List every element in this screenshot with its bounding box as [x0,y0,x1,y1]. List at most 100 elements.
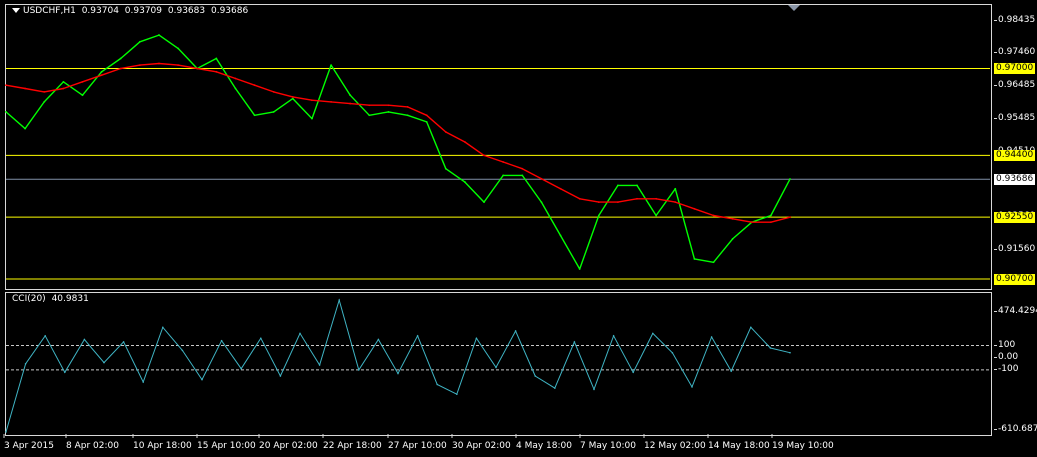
price-point [43,90,46,93]
price-point [617,184,619,187]
price-point [731,217,734,220]
time-tick-label: 19 May 10:00 [772,441,834,451]
cci-point [573,341,576,343]
time-tick-label: 7 May 10:00 [580,441,636,451]
price-point [387,111,390,113]
time-tick-label: 14 May 18:00 [708,441,770,451]
price-point [521,167,524,170]
price-point [291,97,294,100]
price-point [177,47,179,50]
cci-point [103,361,105,364]
cci-point [64,371,66,374]
cci-point [220,339,223,342]
price-point [540,201,543,204]
price-point [330,64,332,67]
cci-point [514,330,517,332]
price-point [138,64,141,67]
price-tick-label: 0.91560 [993,244,1036,255]
price-tick-label: 0.98435 [993,14,1036,25]
plot-surface [3,34,990,438]
price-point [349,94,352,97]
cci-point [377,338,380,341]
price-point [578,197,581,200]
price-point [387,104,390,107]
price-point [464,141,466,143]
price-point [597,214,600,217]
price-point [425,114,428,117]
cci-series-0 [5,298,791,433]
price-point [5,111,7,113]
price-point [502,174,505,177]
price-point [712,214,715,217]
cci-point [593,388,595,391]
price-point [483,154,485,157]
price-point [636,197,638,200]
cci-point [769,347,772,349]
cci-point [142,381,144,383]
price-point [769,214,772,217]
cci-tick-label: -100 [993,363,1019,374]
cci-point [299,332,301,335]
price-point [253,114,256,117]
price-point [100,70,103,73]
price-point [62,87,65,90]
cci-axis: 474.4294 1000.00-100 -610.6873 [992,292,1037,437]
price-point [234,77,237,80]
time-tick-label: 15 Apr 10:00 [197,441,256,451]
cci-point [495,366,497,369]
price-point [158,62,160,65]
time-tick-label: 10 Apr 18:00 [133,441,192,451]
cci-point [279,375,282,377]
cci-point [338,299,341,301]
price-point [712,261,715,264]
price-point [789,216,791,219]
cci-point [358,369,360,371]
cci-point [201,378,203,381]
price-point [444,131,447,133]
price-point [425,121,428,123]
cci-point [612,335,615,337]
price-point [406,106,409,108]
price-point [693,207,696,210]
price-series-0 [5,34,791,270]
price-point [196,67,199,70]
level-price-tag: 0.94400 [994,150,1036,162]
time-tick-label: 4 May 18:00 [516,441,572,451]
price-point [674,187,677,190]
price-point [291,95,294,98]
price-point [521,174,524,177]
cci-tick-label: -610.6873 [993,424,1037,434]
price-point [311,99,313,102]
price-tick-label: 0.95485 [993,113,1036,124]
price-point [330,100,332,103]
cci-tick-label: 0.00 [993,351,1019,362]
price-point [215,70,218,73]
price-point [177,64,179,67]
cci-tick-label: 474.4294 [994,306,1037,316]
price-series-1 [5,62,791,223]
current-price-tag: 0.93686 [994,174,1036,186]
price-tick-label: 0.97460 [993,47,1036,58]
price-point [81,80,84,83]
time-tick-label: 3 Apr 2015 [4,441,54,451]
price-point [24,87,27,90]
cci-point [789,351,791,354]
price-tick-label: 0.96485 [993,79,1036,90]
cci-point [24,362,27,365]
cci-point [260,337,262,340]
price-point [464,181,466,183]
price-point [789,178,791,180]
price-point [617,201,619,204]
time-tick-label: 8 Apr 02:00 [66,441,119,451]
price-point [578,268,581,270]
chart-shift-marker[interactable] [788,5,800,11]
cci-point [436,383,439,386]
time-tick-label: 20 Apr 02:00 [259,441,318,451]
chart-window[interactable]: USDCHF,H1 0.93704 0.93709 0.93683 0.9368… [0,0,1037,457]
cci-point [181,349,184,352]
price-point [311,117,313,120]
price-point [502,161,505,163]
cci-point [632,371,634,374]
cci-point [691,386,693,388]
price-point [119,67,122,70]
